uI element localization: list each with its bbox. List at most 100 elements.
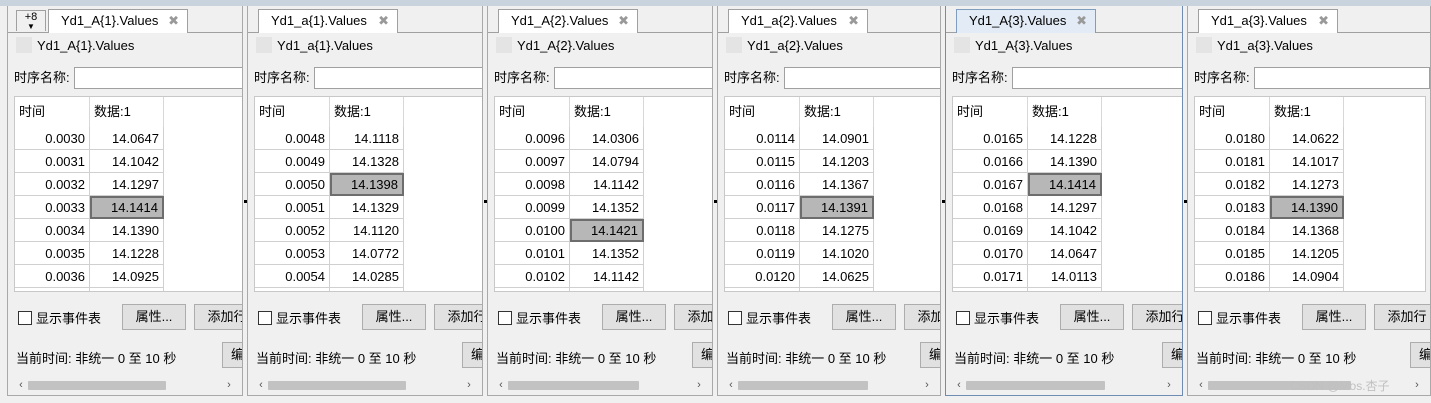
tab-variable[interactable]: Yd1_A{3}.Values ✖ xyxy=(956,9,1096,33)
tab-variable[interactable]: Yd1_a{3}.Values ✖ xyxy=(1198,9,1338,33)
properties-button[interactable]: 属性... xyxy=(122,304,186,330)
scrollbar-thumb[interactable] xyxy=(738,381,868,390)
value-cell[interactable]: 14.1020 xyxy=(800,242,874,265)
close-icon[interactable]: ✖ xyxy=(618,10,629,32)
value-cell[interactable]: 14.0772 xyxy=(330,242,404,265)
time-cell[interactable]: 0.0052 xyxy=(255,219,330,242)
time-cell[interactable]: 0.0030 xyxy=(15,127,90,150)
scrollbar-thumb[interactable] xyxy=(268,381,406,390)
checkbox-box[interactable] xyxy=(18,311,32,325)
value-cell[interactable] xyxy=(90,288,164,291)
time-cell[interactable] xyxy=(725,288,800,291)
value-cell[interactable] xyxy=(570,288,644,291)
time-cell[interactable]: 0.0185 xyxy=(1195,242,1270,265)
close-icon[interactable]: ✖ xyxy=(1318,10,1329,32)
value-cell[interactable]: 14.0794 xyxy=(570,150,644,173)
value-cell[interactable]: 14.0285 xyxy=(330,265,404,288)
horizontal-scrollbar[interactable]: ‹ › xyxy=(254,378,476,392)
value-cell[interactable]: 14.1390 xyxy=(1028,150,1102,173)
checkbox-box[interactable] xyxy=(1198,311,1212,325)
value-cell[interactable]: 14.1042 xyxy=(90,150,164,173)
time-cell[interactable]: 0.0182 xyxy=(1195,173,1270,196)
close-icon[interactable]: ✖ xyxy=(1076,10,1087,32)
value-cell[interactable]: 14.0647 xyxy=(90,127,164,150)
time-cell[interactable]: 0.0035 xyxy=(15,242,90,265)
time-cell[interactable]: 0.0180 xyxy=(1195,127,1270,150)
value-cell[interactable]: 14.1042 xyxy=(1028,219,1102,242)
time-cell[interactable]: 0.0165 xyxy=(953,127,1028,150)
scroll-left-icon[interactable]: ‹ xyxy=(494,378,508,392)
value-cell[interactable]: 14.0904 xyxy=(1270,265,1344,288)
series-name-input[interactable] xyxy=(1012,67,1182,89)
column-header-time[interactable]: 时间 xyxy=(255,97,330,127)
show-event-table-checkbox[interactable]: 显示事件表 xyxy=(18,308,101,327)
edit-time-button[interactable]: 编 xyxy=(222,342,242,368)
value-cell[interactable]: 14.0625 xyxy=(800,265,874,288)
value-cell[interactable]: 14.1228 xyxy=(90,242,164,265)
time-cell[interactable]: 0.0050 xyxy=(255,173,330,196)
time-cell[interactable]: 0.0117 xyxy=(725,196,800,219)
value-cell[interactable]: 14.1118 xyxy=(330,127,404,150)
value-cell[interactable]: 14.1297 xyxy=(90,173,164,196)
value-cell[interactable]: 14.1275 xyxy=(800,219,874,242)
time-cell[interactable] xyxy=(1195,288,1270,291)
time-cell[interactable]: 0.0033 xyxy=(15,196,90,219)
scroll-left-icon[interactable]: ‹ xyxy=(952,378,966,392)
column-header-data[interactable]: 数据:1 xyxy=(570,97,644,127)
scroll-right-icon[interactable]: › xyxy=(1410,378,1424,392)
checkbox-box[interactable] xyxy=(258,311,272,325)
time-cell[interactable]: 0.0183 xyxy=(1195,196,1270,219)
scrollbar-thumb[interactable] xyxy=(28,381,166,390)
edit-time-button[interactable]: 编 xyxy=(462,342,482,368)
scroll-left-icon[interactable]: ‹ xyxy=(1194,378,1208,392)
checkbox-box[interactable] xyxy=(728,311,742,325)
value-cell[interactable]: 14.0113 xyxy=(1028,265,1102,288)
value-cell[interactable]: 14.1142 xyxy=(570,265,644,288)
value-cell[interactable]: 14.1228 xyxy=(1028,127,1102,150)
column-header-data[interactable]: 数据:1 xyxy=(800,97,874,127)
time-cell[interactable]: 0.0032 xyxy=(15,173,90,196)
column-header-data[interactable]: 数据:1 xyxy=(330,97,404,127)
scroll-left-icon[interactable]: ‹ xyxy=(14,378,28,392)
time-cell[interactable]: 0.0171 xyxy=(953,265,1028,288)
add-row-button[interactable]: 添加行 xyxy=(674,304,712,330)
selected-value-cell[interactable]: 14.1391 xyxy=(800,196,874,219)
time-cell[interactable]: 0.0051 xyxy=(255,196,330,219)
edit-time-button[interactable]: 编 xyxy=(692,342,712,368)
time-cell[interactable]: 0.0100 xyxy=(495,219,570,242)
properties-button[interactable]: 属性... xyxy=(832,304,896,330)
value-cell[interactable]: 14.1352 xyxy=(570,242,644,265)
selected-value-cell[interactable]: 14.1398 xyxy=(330,173,404,196)
time-cell[interactable] xyxy=(255,288,330,291)
value-cell[interactable]: 14.0647 xyxy=(1028,242,1102,265)
time-cell[interactable]: 0.0098 xyxy=(495,173,570,196)
column-header-time[interactable]: 时间 xyxy=(15,97,90,127)
value-cell[interactable] xyxy=(1028,288,1102,291)
time-cell[interactable]: 0.0169 xyxy=(953,219,1028,242)
close-icon[interactable]: ✖ xyxy=(848,10,859,32)
tab-variable[interactable]: Yd1_A{1}.Values ✖ xyxy=(48,9,188,33)
value-cell[interactable]: 14.1368 xyxy=(1270,219,1344,242)
scroll-right-icon[interactable]: › xyxy=(462,378,476,392)
show-event-table-checkbox[interactable]: 显示事件表 xyxy=(258,308,341,327)
value-cell[interactable]: 14.1203 xyxy=(800,150,874,173)
time-cell[interactable]: 0.0116 xyxy=(725,173,800,196)
series-name-input[interactable] xyxy=(314,67,482,89)
value-cell[interactable]: 14.0901 xyxy=(800,127,874,150)
column-header-time[interactable]: 时间 xyxy=(1195,97,1270,127)
column-header-time[interactable]: 时间 xyxy=(495,97,570,127)
time-cell[interactable]: 0.0168 xyxy=(953,196,1028,219)
value-cell[interactable]: 14.1017 xyxy=(1270,150,1344,173)
add-row-button[interactable]: 添加行 xyxy=(1374,304,1430,330)
value-cell[interactable] xyxy=(330,288,404,291)
value-cell[interactable]: 14.1205 xyxy=(1270,242,1344,265)
selected-value-cell[interactable]: 14.1414 xyxy=(1028,173,1102,196)
time-cell[interactable]: 0.0099 xyxy=(495,196,570,219)
series-name-input[interactable] xyxy=(554,67,712,89)
close-icon[interactable]: ✖ xyxy=(168,10,179,32)
value-cell[interactable]: 14.1352 xyxy=(570,196,644,219)
add-row-button[interactable]: 添加行 xyxy=(434,304,482,330)
time-cell[interactable]: 0.0181 xyxy=(1195,150,1270,173)
add-row-button[interactable]: 添加行 xyxy=(194,304,242,330)
close-icon[interactable]: ✖ xyxy=(378,10,389,32)
